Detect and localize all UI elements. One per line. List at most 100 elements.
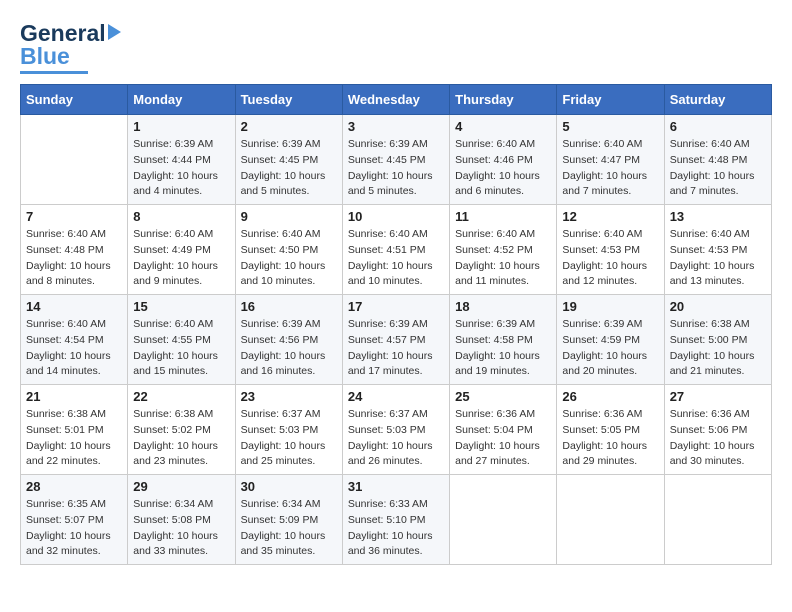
day-info: Sunrise: 6:40 AMSunset: 4:48 PMDaylight:… <box>670 137 766 200</box>
day-info: Sunrise: 6:40 AMSunset: 4:47 PMDaylight:… <box>562 137 658 200</box>
day-number: 8 <box>133 209 229 224</box>
day-number: 9 <box>241 209 337 224</box>
day-number: 24 <box>348 389 444 404</box>
col-header-wednesday: Wednesday <box>342 85 449 115</box>
day-number: 12 <box>562 209 658 224</box>
calendar-cell <box>450 475 557 565</box>
week-row-5: 28Sunrise: 6:35 AMSunset: 5:07 PMDayligh… <box>21 475 772 565</box>
calendar-cell: 15 Sunrise: 6:40 AMSunset: 4:55 PMDayligh… <box>128 295 235 385</box>
calendar-cell <box>664 475 771 565</box>
calendar-cell: 31 Sunrise: 6:33 AMSunset: 5:10 PMDayligh… <box>342 475 449 565</box>
calendar-cell: 11 Sunrise: 6:40 AMSunset: 4:52 PMDayligh… <box>450 205 557 295</box>
day-number: 15 <box>133 299 229 314</box>
calendar-cell: 13 Sunrise: 6:40 AMSunset: 4:53 PMDayligh… <box>664 205 771 295</box>
day-number: 23 <box>241 389 337 404</box>
week-row-4: 21 Sunrise: 6:38 AMSunset: 5:01 PMDayligh… <box>21 385 772 475</box>
calendar-cell: 2 Sunrise: 6:39 AMSunset: 4:45 PMDaylight… <box>235 115 342 205</box>
calendar-cell: 10 Sunrise: 6:40 AMSunset: 4:51 PMDayligh… <box>342 205 449 295</box>
calendar-cell: 30 Sunrise: 6:34 AMSunset: 5:09 PMDayligh… <box>235 475 342 565</box>
calendar-cell: 25Sunrise: 6:36 AMSunset: 5:04 PMDayligh… <box>450 385 557 475</box>
day-info: Sunrise: 6:36 AMSunset: 5:04 PMDaylight:… <box>455 407 551 470</box>
day-info: Sunrise: 6:40 AMSunset: 4:49 PMDaylight:… <box>133 227 229 290</box>
calendar-cell: 16Sunrise: 6:39 AMSunset: 4:56 PMDayligh… <box>235 295 342 385</box>
day-number: 7 <box>26 209 122 224</box>
logo: General Blue <box>20 20 121 74</box>
day-info: Sunrise: 6:38 AMSunset: 5:01 PMDaylight:… <box>26 407 122 470</box>
day-number: 3 <box>348 119 444 134</box>
week-row-3: 14Sunrise: 6:40 AMSunset: 4:54 PMDayligh… <box>21 295 772 385</box>
day-number: 5 <box>562 119 658 134</box>
day-info: Sunrise: 6:40 AMSunset: 4:52 PMDaylight:… <box>455 227 551 290</box>
day-info: Sunrise: 6:34 AMSunset: 5:08 PMDaylight:… <box>133 497 229 560</box>
day-number: 2 <box>241 119 337 134</box>
calendar-cell: 3Sunrise: 6:39 AMSunset: 4:45 PMDaylight… <box>342 115 449 205</box>
calendar-cell: 7 Sunrise: 6:40 AMSunset: 4:48 PMDaylight… <box>21 205 128 295</box>
calendar-cell: 4 Sunrise: 6:40 AMSunset: 4:46 PMDaylight… <box>450 115 557 205</box>
day-number: 19 <box>562 299 658 314</box>
calendar-cell: 26 Sunrise: 6:36 AMSunset: 5:05 PMDayligh… <box>557 385 664 475</box>
calendar-cell: 9 Sunrise: 6:40 AMSunset: 4:50 PMDaylight… <box>235 205 342 295</box>
logo-underline <box>20 71 88 74</box>
day-info: Sunrise: 6:39 AMSunset: 4:45 PMDaylight:… <box>241 137 337 200</box>
day-info: Sunrise: 6:39 AMSunset: 4:56 PMDaylight:… <box>241 317 337 380</box>
day-number: 29 <box>133 479 229 494</box>
calendar-cell: 19 Sunrise: 6:39 AMSunset: 4:59 PMDayligh… <box>557 295 664 385</box>
col-header-sunday: Sunday <box>21 85 128 115</box>
day-info: Sunrise: 6:34 AMSunset: 5:09 PMDaylight:… <box>241 497 337 560</box>
day-number: 20 <box>670 299 766 314</box>
day-number: 11 <box>455 209 551 224</box>
day-info: Sunrise: 6:39 AMSunset: 4:59 PMDaylight:… <box>562 317 658 380</box>
calendar-cell: 27Sunrise: 6:36 AMSunset: 5:06 PMDayligh… <box>664 385 771 475</box>
day-info: Sunrise: 6:40 AMSunset: 4:51 PMDaylight:… <box>348 227 444 290</box>
day-info: Sunrise: 6:39 AMSunset: 4:57 PMDaylight:… <box>348 317 444 380</box>
day-number: 18 <box>455 299 551 314</box>
day-number: 1 <box>133 119 229 134</box>
day-info: Sunrise: 6:36 AMSunset: 5:06 PMDaylight:… <box>670 407 766 470</box>
day-info: Sunrise: 6:39 AMSunset: 4:58 PMDaylight:… <box>455 317 551 380</box>
day-info: Sunrise: 6:38 AMSunset: 5:00 PMDaylight:… <box>670 317 766 380</box>
week-row-1: 1 Sunrise: 6:39 AMSunset: 4:44 PMDaylight… <box>21 115 772 205</box>
col-header-friday: Friday <box>557 85 664 115</box>
calendar-cell: 1 Sunrise: 6:39 AMSunset: 4:44 PMDaylight… <box>128 115 235 205</box>
day-number: 17 <box>348 299 444 314</box>
day-number: 6 <box>670 119 766 134</box>
day-info: Sunrise: 6:40 AMSunset: 4:55 PMDaylight:… <box>133 317 229 380</box>
calendar-cell: 12Sunrise: 6:40 AMSunset: 4:53 PMDayligh… <box>557 205 664 295</box>
calendar-cell: 6 Sunrise: 6:40 AMSunset: 4:48 PMDaylight… <box>664 115 771 205</box>
day-info: Sunrise: 6:40 AMSunset: 4:53 PMDaylight:… <box>670 227 766 290</box>
day-info: Sunrise: 6:40 AMSunset: 4:50 PMDaylight:… <box>241 227 337 290</box>
logo-blue: Blue <box>20 43 70 70</box>
day-number: 28 <box>26 479 122 494</box>
day-info: Sunrise: 6:40 AMSunset: 4:46 PMDaylight:… <box>455 137 551 200</box>
day-info: Sunrise: 6:39 AMSunset: 4:44 PMDaylight:… <box>133 137 229 200</box>
calendar-cell <box>21 115 128 205</box>
day-number: 10 <box>348 209 444 224</box>
calendar-cell: 28Sunrise: 6:35 AMSunset: 5:07 PMDayligh… <box>21 475 128 565</box>
calendar-cell: 22Sunrise: 6:38 AMSunset: 5:02 PMDayligh… <box>128 385 235 475</box>
calendar-cell: 20 Sunrise: 6:38 AMSunset: 5:00 PMDayligh… <box>664 295 771 385</box>
day-number: 4 <box>455 119 551 134</box>
col-header-monday: Monday <box>128 85 235 115</box>
day-number: 30 <box>241 479 337 494</box>
calendar-cell <box>557 475 664 565</box>
day-number: 31 <box>348 479 444 494</box>
calendar-cell: 14Sunrise: 6:40 AMSunset: 4:54 PMDayligh… <box>21 295 128 385</box>
calendar-cell: 23 Sunrise: 6:37 AMSunset: 5:03 PMDayligh… <box>235 385 342 475</box>
day-info: Sunrise: 6:33 AMSunset: 5:10 PMDaylight:… <box>348 497 444 560</box>
logo-arrow-icon <box>108 24 121 40</box>
calendar-cell: 5 Sunrise: 6:40 AMSunset: 4:47 PMDaylight… <box>557 115 664 205</box>
day-number: 13 <box>670 209 766 224</box>
calendar-cell: 21 Sunrise: 6:38 AMSunset: 5:01 PMDayligh… <box>21 385 128 475</box>
calendar-header-row: SundayMondayTuesdayWednesdayThursdayFrid… <box>21 85 772 115</box>
calendar-cell: 24 Sunrise: 6:37 AMSunset: 5:03 PMDayligh… <box>342 385 449 475</box>
calendar-cell: 17 Sunrise: 6:39 AMSunset: 4:57 PMDayligh… <box>342 295 449 385</box>
day-number: 26 <box>562 389 658 404</box>
day-number: 21 <box>26 389 122 404</box>
page-header: General Blue <box>20 20 772 74</box>
calendar-table: SundayMondayTuesdayWednesdayThursdayFrid… <box>20 84 772 565</box>
day-info: Sunrise: 6:37 AMSunset: 5:03 PMDaylight:… <box>241 407 337 470</box>
day-info: Sunrise: 6:37 AMSunset: 5:03 PMDaylight:… <box>348 407 444 470</box>
day-info: Sunrise: 6:36 AMSunset: 5:05 PMDaylight:… <box>562 407 658 470</box>
day-number: 22 <box>133 389 229 404</box>
day-info: Sunrise: 6:40 AMSunset: 4:48 PMDaylight:… <box>26 227 122 290</box>
